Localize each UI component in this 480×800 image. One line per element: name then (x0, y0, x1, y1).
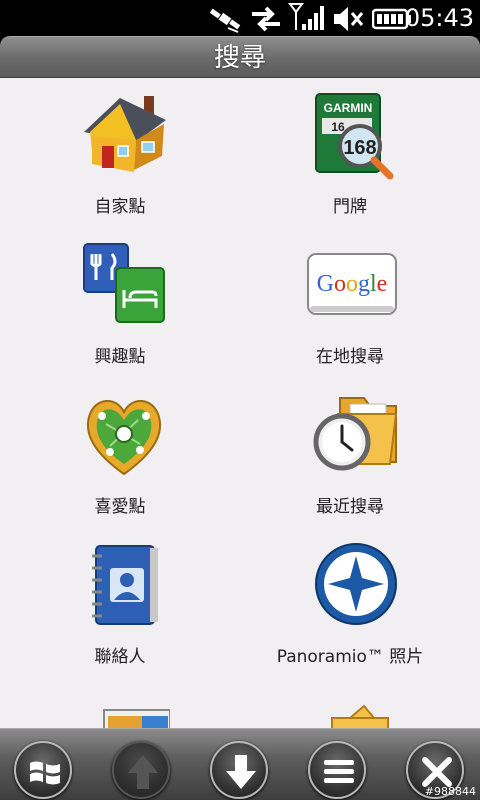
gps-satellite-icon (209, 8, 241, 33)
page-title: 搜尋 (213, 43, 266, 73)
signal-strength-icon (288, 3, 324, 30)
menu-item-recent-searches[interactable]: 最近搜尋 (230, 378, 470, 528)
panoramio-compass-icon (315, 543, 397, 625)
title-bar: 搜尋 (0, 36, 480, 78)
menu-item-address[interactable]: GARMIN 16 168 門牌 (230, 78, 470, 228)
menu-item-label: 自家點 (94, 197, 146, 217)
bottom-toolbar: #988844 (0, 728, 480, 800)
google-icon: Google (307, 253, 397, 315)
scroll-down-icon (226, 755, 256, 789)
garmin-address-icon: GARMIN 16 168 (315, 93, 394, 180)
volume-muted-icon (334, 7, 364, 31)
menu-icon (324, 760, 354, 783)
menu-item-home[interactable]: 自家點 (0, 78, 240, 228)
status-bar: 05:43 (0, 0, 480, 36)
menu-item-label: 喜愛點 (94, 497, 146, 517)
search-menu-grid: 自家點 GARMIN 16 168 門牌 興趣點 Google 在地搜尋 喜愛點… (0, 78, 480, 728)
menu-item-label: 門牌 (333, 197, 367, 217)
menu-item-label: 聯絡人 (94, 647, 146, 667)
svg-text:Google: Google (317, 271, 388, 297)
windows-start-button[interactable] (14, 741, 72, 799)
menu-item-label: 最近搜尋 (316, 497, 384, 517)
clock: 05:43 (404, 4, 474, 32)
menu-item-panoramio[interactable]: Panoramio™ 照片 (230, 528, 470, 678)
menu-item-contacts[interactable]: 聯絡人 (0, 528, 240, 678)
data-transfer-icon (252, 6, 280, 32)
map-photo-icon (103, 709, 171, 728)
folder-star-icon (331, 704, 389, 728)
garmin-number: 168 (343, 137, 376, 159)
watermark: #988844 (424, 785, 476, 798)
garmin-brand-text: GARMIN (324, 101, 373, 115)
scroll-up-icon (128, 755, 158, 789)
recent-search-clock-icon (313, 397, 398, 471)
windows-start-icon (30, 761, 60, 785)
menu-button[interactable] (308, 741, 366, 799)
favorites-heart-icon (86, 400, 162, 476)
menu-item-next-right[interactable] (230, 678, 470, 728)
menu-item-label: 興趣點 (94, 347, 146, 367)
menu-item-label: 在地搜尋 (316, 347, 384, 367)
menu-item-poi[interactable]: 興趣點 (0, 228, 240, 378)
menu-item-next-left[interactable] (0, 678, 240, 728)
scroll-down-button[interactable] (210, 741, 268, 799)
menu-item-local-search[interactable]: Google 在地搜尋 (230, 228, 470, 378)
menu-item-favorites[interactable]: 喜愛點 (0, 378, 240, 528)
contacts-book-icon (92, 545, 158, 625)
home-icon (84, 96, 166, 172)
points-of-interest-icon (83, 243, 165, 323)
menu-item-label: Panoramio™ 照片 (276, 647, 424, 667)
scroll-up-button[interactable] (112, 741, 170, 799)
garmin-small-number: 16 (331, 120, 345, 134)
